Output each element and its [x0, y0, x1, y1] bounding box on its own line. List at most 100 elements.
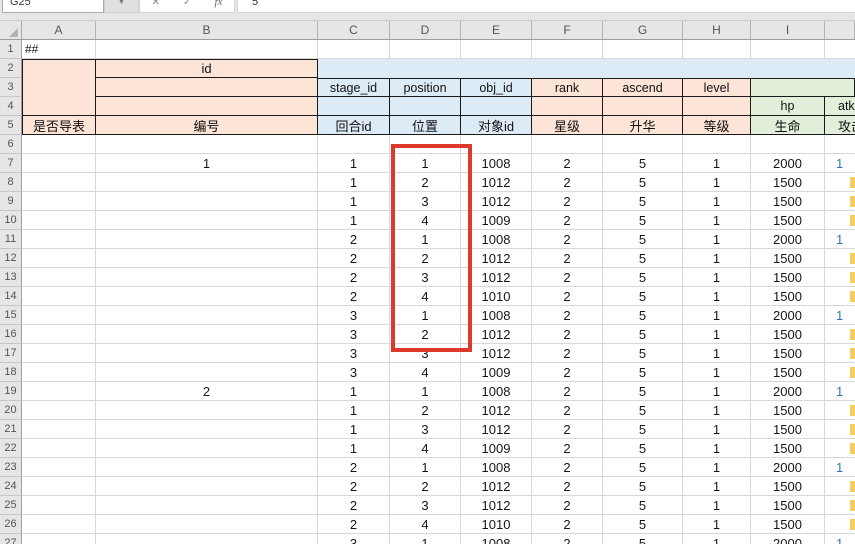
- cell-B27[interactable]: [96, 534, 318, 544]
- cell-E24[interactable]: 1012: [461, 477, 532, 496]
- cell-I23[interactable]: 2000: [751, 458, 825, 477]
- cell-C17[interactable]: 3: [318, 344, 390, 363]
- header-cell-a2-a4[interactable]: [22, 59, 96, 116]
- row-header-12[interactable]: 12: [0, 249, 22, 268]
- cell-G16[interactable]: 5: [603, 325, 683, 344]
- cell-E1[interactable]: [461, 40, 532, 59]
- cell-H22[interactable]: 1: [683, 439, 751, 458]
- header-cell-i4[interactable]: hp: [751, 97, 825, 116]
- cell-H27[interactable]: 1: [683, 534, 751, 544]
- cell-E27[interactable]: 1008: [461, 534, 532, 544]
- cell-I27[interactable]: 2000: [751, 534, 825, 544]
- cell-F9[interactable]: 2: [532, 192, 603, 211]
- row-header-1[interactable]: 1: [0, 40, 22, 59]
- header-cell-h4[interactable]: [683, 97, 751, 116]
- cell-F13[interactable]: 2: [532, 268, 603, 287]
- column-header-D[interactable]: D: [390, 20, 461, 39]
- cell-H14[interactable]: 1: [683, 287, 751, 306]
- cell-H25[interactable]: 1: [683, 496, 751, 515]
- insert-function-icon[interactable]: fx: [214, 0, 222, 12]
- cell-C24[interactable]: 2: [318, 477, 390, 496]
- cell-A8[interactable]: [22, 173, 96, 192]
- cell-J19[interactable]: 1: [825, 382, 855, 401]
- column-header-E[interactable]: E: [461, 20, 532, 39]
- row-header-27[interactable]: 27: [0, 534, 22, 544]
- header-cell-e5[interactable]: 对象id: [461, 116, 532, 135]
- cell-A27[interactable]: [22, 534, 96, 544]
- cell-C10[interactable]: 1: [318, 211, 390, 230]
- cell-I25[interactable]: 1500: [751, 496, 825, 515]
- cell-C25[interactable]: 2: [318, 496, 390, 515]
- cell-B15[interactable]: [96, 306, 318, 325]
- cell-G8[interactable]: 5: [603, 173, 683, 192]
- cell-C8[interactable]: 1: [318, 173, 390, 192]
- formula-input[interactable]: 5: [237, 0, 855, 13]
- cell-A19[interactable]: [22, 382, 96, 401]
- column-header-B[interactable]: B: [96, 20, 318, 39]
- cell-G13[interactable]: 5: [603, 268, 683, 287]
- row-header-8[interactable]: 8: [0, 173, 22, 192]
- row-header-22[interactable]: 22: [0, 439, 22, 458]
- row-header-13[interactable]: 13: [0, 268, 22, 287]
- cell-G11[interactable]: 5: [603, 230, 683, 249]
- header-cell-e3[interactable]: obj_id: [461, 78, 532, 97]
- column-header-I[interactable]: I: [751, 20, 825, 39]
- cell-J16[interactable]: [825, 325, 855, 344]
- cell-B9[interactable]: [96, 192, 318, 211]
- column-header-A[interactable]: A: [22, 20, 96, 39]
- row-header-23[interactable]: 23: [0, 458, 22, 477]
- row-header-25[interactable]: 25: [0, 496, 22, 515]
- cell-D26[interactable]: 4: [390, 515, 461, 534]
- cell-C18[interactable]: 3: [318, 363, 390, 382]
- cell-D23[interactable]: 1: [390, 458, 461, 477]
- cell-F21[interactable]: 2: [532, 420, 603, 439]
- select-all-corner[interactable]: [0, 20, 22, 39]
- cell-F18[interactable]: 2: [532, 363, 603, 382]
- header-cell-b5[interactable]: 编号: [96, 116, 318, 135]
- cell-C23[interactable]: 2: [318, 458, 390, 477]
- cell-C13[interactable]: 2: [318, 268, 390, 287]
- cell-E25[interactable]: 1012: [461, 496, 532, 515]
- header-cell-d4[interactable]: [390, 97, 461, 116]
- header-cell-b4[interactable]: [96, 97, 318, 116]
- cell-A20[interactable]: [22, 401, 96, 420]
- cell-H15[interactable]: 1: [683, 306, 751, 325]
- cell-H6[interactable]: [683, 135, 751, 154]
- header-cell-e4[interactable]: [461, 97, 532, 116]
- cell-H8[interactable]: 1: [683, 173, 751, 192]
- cell-F11[interactable]: 2: [532, 230, 603, 249]
- cell-A18[interactable]: [22, 363, 96, 382]
- cell-A11[interactable]: [22, 230, 96, 249]
- cell-G26[interactable]: 5: [603, 515, 683, 534]
- cell-J11[interactable]: 1: [825, 230, 855, 249]
- cell-H24[interactable]: 1: [683, 477, 751, 496]
- cell-J21[interactable]: [825, 420, 855, 439]
- column-header-H[interactable]: H: [683, 20, 751, 39]
- cell-J12[interactable]: [825, 249, 855, 268]
- cell-F17[interactable]: 2: [532, 344, 603, 363]
- cell-I12[interactable]: 1500: [751, 249, 825, 268]
- cell-I8[interactable]: 1500: [751, 173, 825, 192]
- cell-I9[interactable]: 1500: [751, 192, 825, 211]
- cell-C9[interactable]: 1: [318, 192, 390, 211]
- row-header-14[interactable]: 14: [0, 287, 22, 306]
- cell-G12[interactable]: 5: [603, 249, 683, 268]
- cell-E18[interactable]: 1009: [461, 363, 532, 382]
- cell-H23[interactable]: 1: [683, 458, 751, 477]
- cell-B13[interactable]: [96, 268, 318, 287]
- cell-G15[interactable]: 5: [603, 306, 683, 325]
- cell-G6[interactable]: [603, 135, 683, 154]
- cell-C22[interactable]: 1: [318, 439, 390, 458]
- cell-J10[interactable]: [825, 211, 855, 230]
- row-header-3[interactable]: 3: [0, 78, 22, 97]
- cell-F20[interactable]: 2: [532, 401, 603, 420]
- cell-C26[interactable]: 2: [318, 515, 390, 534]
- cell-G1[interactable]: [603, 40, 683, 59]
- header-cell-c3[interactable]: stage_id: [318, 78, 390, 97]
- header-cell-g4[interactable]: [603, 97, 683, 116]
- header-cell-i3-j3[interactable]: [751, 78, 855, 97]
- cell-J23[interactable]: 1: [825, 458, 855, 477]
- row-header-4[interactable]: 4: [0, 97, 22, 116]
- cell-D25[interactable]: 3: [390, 496, 461, 515]
- cell-G9[interactable]: 5: [603, 192, 683, 211]
